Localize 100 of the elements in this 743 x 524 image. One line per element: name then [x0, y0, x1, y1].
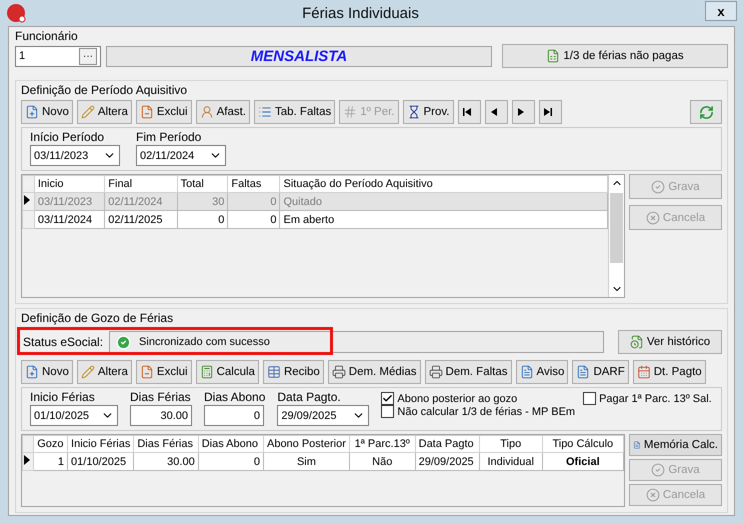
toolbar-button[interactable]: DARF: [572, 360, 629, 384]
column-header: Final: [104, 176, 178, 192]
field-label: Dias Abono: [204, 390, 266, 404]
cancel-icon: [646, 210, 660, 224]
column-header: Dias Abono: [198, 436, 264, 452]
table-cell: 30.00: [134, 452, 198, 470]
table-cell: 02/11/2025: [104, 210, 178, 228]
toolbar-button[interactable]: Altera: [76, 100, 132, 124]
status-label: Status eSocial:: [22, 335, 104, 349]
close-button[interactable]: x: [705, 1, 737, 21]
app-logo-icon: [6, 3, 26, 23]
document-icon: [576, 365, 590, 379]
printer-icon: [428, 365, 443, 379]
table-cell: Individual: [479, 452, 542, 470]
new-file-icon: [25, 105, 39, 119]
next-button[interactable]: [512, 100, 534, 124]
toolbar-button[interactable]: Exclui: [136, 100, 192, 124]
last-button[interactable]: [538, 100, 562, 124]
table-cell: 0: [228, 192, 280, 210]
pencil-icon: [80, 365, 95, 379]
table-cell: Em aberto: [280, 210, 608, 228]
toolbar-button[interactable]: Afast.: [196, 100, 250, 124]
column-header: Inicio Férias: [68, 436, 134, 452]
table-cell: 1: [34, 452, 68, 470]
refresh-icon: [698, 104, 714, 120]
side-button[interactable]: Memória Calc.: [629, 434, 722, 456]
group-title: Definição de Gozo de Férias: [21, 311, 174, 325]
employee-code-field[interactable]: 1 ···: [15, 46, 101, 66]
document-icon: [520, 365, 534, 379]
cancel-icon: [646, 488, 660, 502]
table-cell: 30: [177, 192, 228, 210]
toolbar-button[interactable]: Aviso: [516, 360, 568, 384]
toolbar-button[interactable]: Dem. Médias: [328, 360, 421, 384]
row-pointer-icon: [23, 195, 31, 205]
check-icon: [651, 463, 666, 477]
previous-button[interactable]: [484, 100, 508, 124]
column-header: Tipo: [479, 436, 542, 452]
toolbar-button[interactable]: Altera: [76, 360, 132, 384]
status-text: Sincronizado com sucesso: [139, 336, 270, 348]
new-file-icon: [25, 365, 39, 379]
printer-icon: [332, 365, 346, 379]
first-button[interactable]: [458, 100, 480, 124]
number-field[interactable]: 30.00: [130, 405, 192, 426]
calculator-icon: [200, 365, 214, 379]
checkbox[interactable]: Pagar 1ª Parc. 13º Sal.: [583, 392, 712, 405]
date-dropdown[interactable]: 03/11/2023: [30, 145, 120, 166]
toolbar-button[interactable]: Dt. Pagto: [632, 360, 706, 384]
table-cell: 0: [177, 210, 228, 228]
column-header: 1ª Parc.13º: [349, 436, 416, 452]
history-button[interactable]: Ver histórico: [618, 330, 722, 354]
field-label: Início Período: [30, 130, 106, 144]
check-icon: [651, 180, 666, 194]
toolbar-button[interactable]: Calcula: [196, 360, 259, 384]
pencil-icon: [80, 105, 95, 119]
check-icon: [116, 334, 132, 350]
hourglass-icon: [406, 105, 420, 119]
hash-icon: [343, 105, 358, 119]
toolbar-button[interactable]: Novo: [21, 100, 73, 124]
date-dropdown[interactable]: 01/10/2025: [30, 405, 118, 426]
column-header: Data Pagto: [415, 436, 480, 452]
unpaid-button[interactable]: 1/3 de férias não pagas: [502, 44, 728, 68]
last-icon: [542, 107, 552, 117]
refresh-button[interactable]: [690, 100, 722, 124]
spreadsheet-icon: [546, 49, 560, 63]
field-label: Dias Férias: [130, 390, 192, 404]
field-label: Fim Período: [136, 130, 202, 144]
toolbar-button[interactable]: Dem. Faltas: [424, 360, 512, 384]
next-icon: [516, 107, 526, 117]
date-dropdown[interactable]: 29/09/2025: [277, 405, 370, 426]
column-header: Dias Férias: [134, 436, 198, 452]
date-dropdown[interactable]: 02/11/2024: [136, 145, 226, 166]
table-cell: 03/11/2024: [34, 210, 105, 228]
column-header: Situação do Período Aquisitivo: [280, 176, 608, 192]
toolbar-button[interactable]: Tab. Faltas: [254, 100, 336, 124]
field-label: Data Pagto.: [277, 390, 342, 404]
table-cell: 29/09/2025: [415, 452, 480, 470]
history-icon: [630, 335, 644, 349]
delete-file-icon: [140, 365, 154, 379]
toolbar-button[interactable]: Exclui: [136, 360, 192, 384]
calendar-icon: [636, 365, 651, 379]
table-cell: Quitado: [280, 192, 608, 210]
lookup-button[interactable]: ···: [79, 48, 97, 64]
window-title: Férias Individuais: [301, 4, 420, 22]
toolbar-button[interactable]: Prov.: [402, 100, 454, 124]
toolbar-button[interactable]: Novo: [21, 360, 73, 384]
table-cell: Sim: [263, 452, 350, 470]
check-mark-icon: [382, 393, 394, 404]
column-header: Gozo: [34, 436, 68, 452]
table-cell: Oficial: [542, 452, 624, 470]
checkbox[interactable]: Abono posterior ao gozo: [381, 392, 576, 405]
previous-icon: [488, 107, 498, 117]
toolbar-button[interactable]: Recibo: [262, 360, 324, 384]
table-cell: Não: [349, 452, 416, 470]
table-icon: [266, 365, 281, 379]
checkbox[interactable]: Não calcular 1/3 de férias - MP BEm: [381, 405, 576, 418]
table-cell: 03/11/2023: [34, 192, 105, 210]
person-icon: [200, 105, 214, 119]
field-label: Inicio Férias: [30, 390, 96, 404]
table-cell: 0: [198, 452, 264, 470]
number-field[interactable]: 0: [204, 405, 264, 426]
